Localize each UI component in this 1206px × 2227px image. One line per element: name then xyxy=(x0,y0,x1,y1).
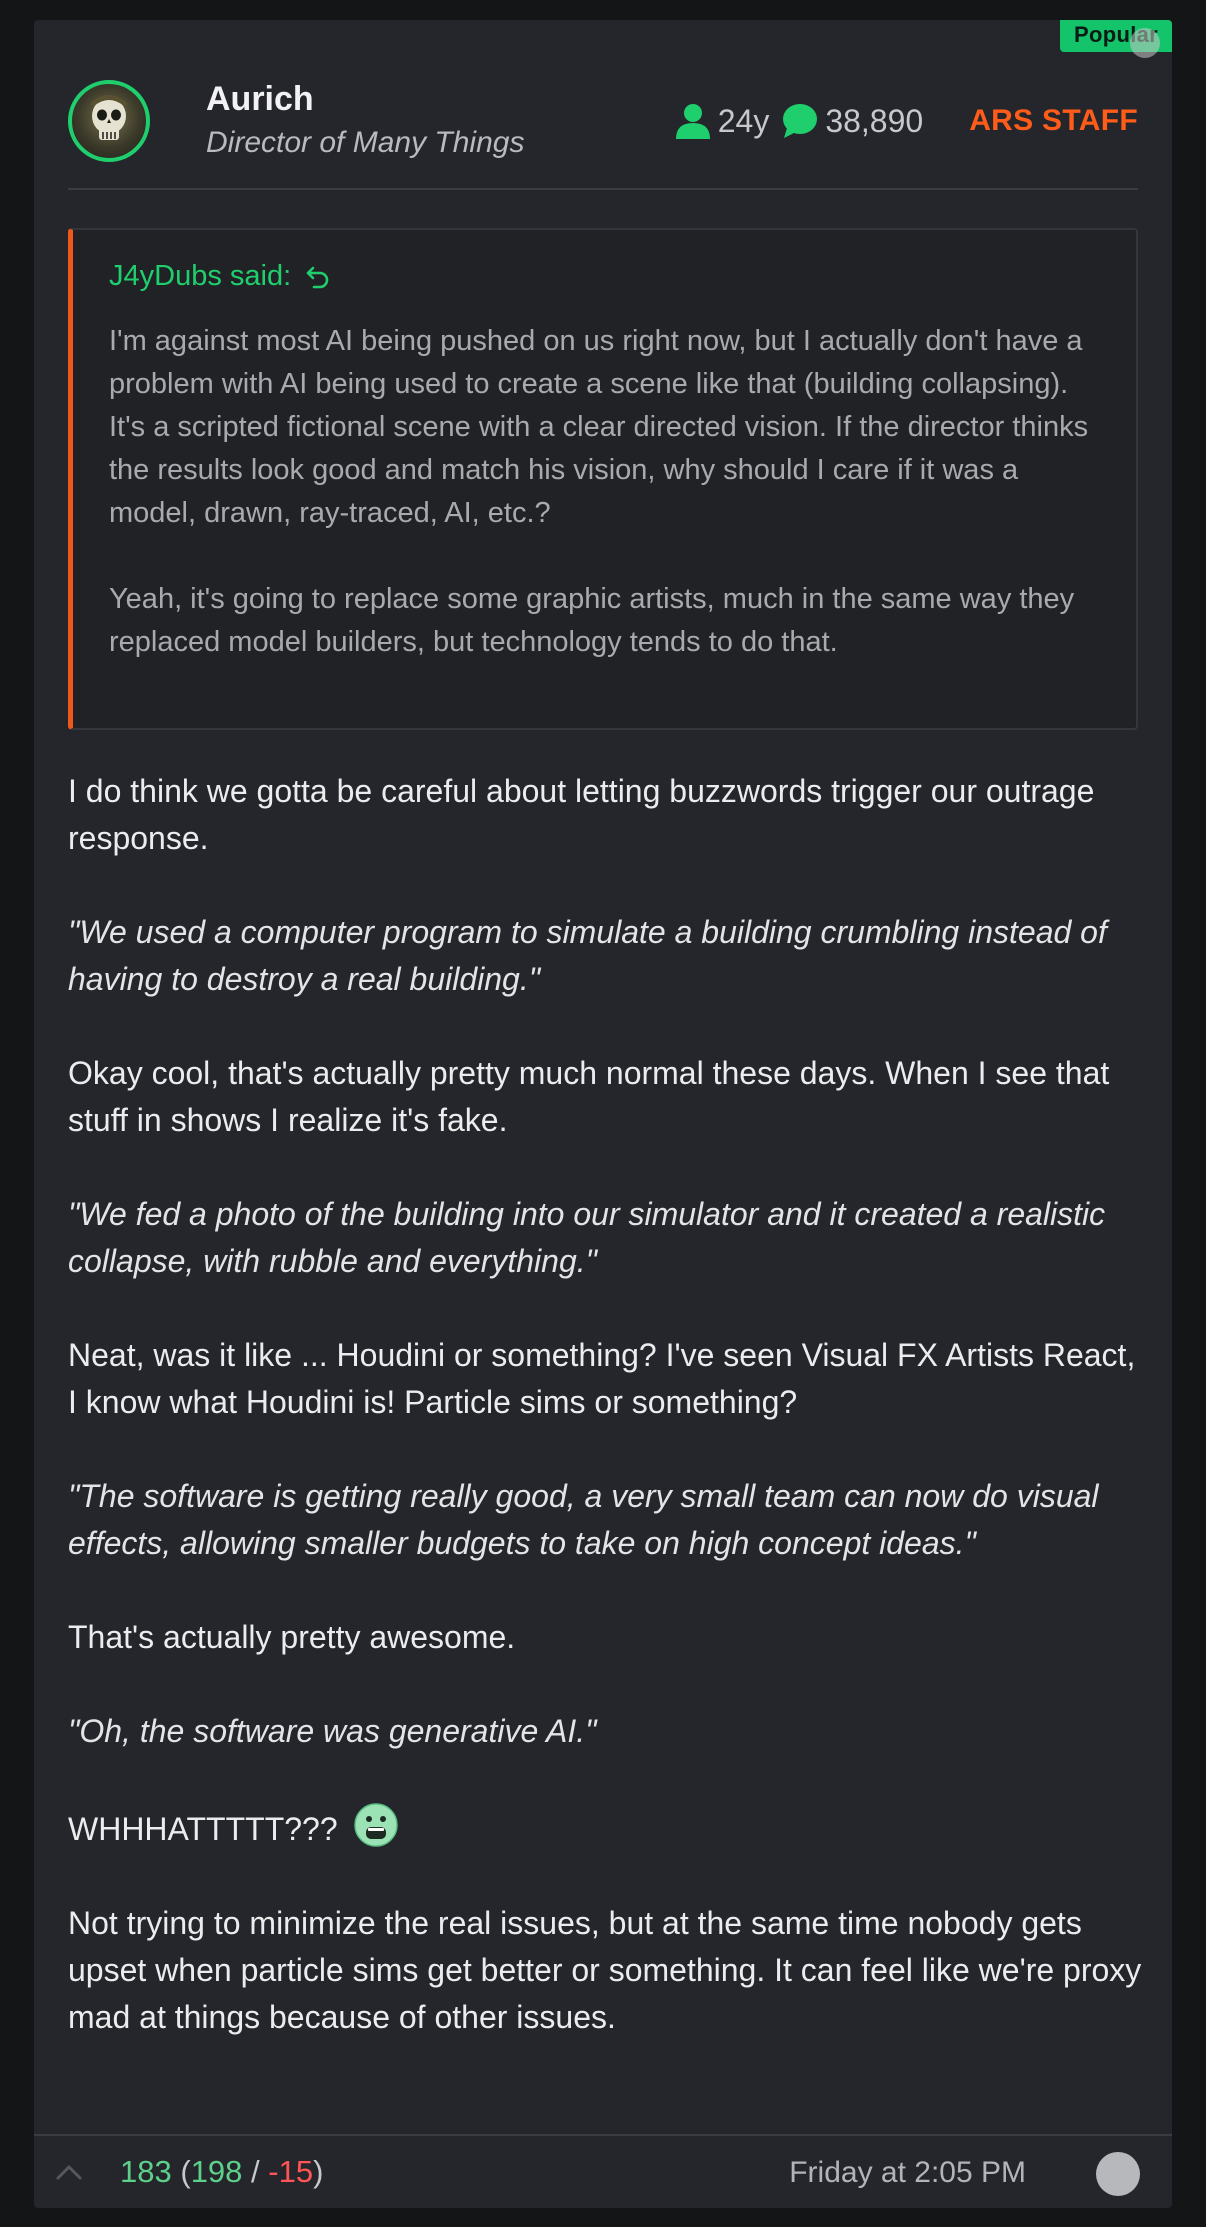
reply-arrow-icon[interactable] xyxy=(305,264,331,290)
author-title: Director of Many Things xyxy=(206,126,525,159)
staff-badge: ARS STAFF xyxy=(969,104,1138,137)
upvote-count: 198 xyxy=(190,2154,243,2189)
quote-paragraph: Yeah, it's going to replace some graphic… xyxy=(109,583,1075,658)
post-body: I do think we gotta be careful about let… xyxy=(68,768,1148,2041)
downvote-count: -15 xyxy=(268,2154,314,2189)
author-name[interactable]: Aurich xyxy=(206,80,314,119)
body-paragraph: That's actually pretty awesome. xyxy=(68,1619,516,1655)
body-paragraph-italic: "We used a computer program to simulate … xyxy=(68,914,1107,997)
badge-info-dot[interactable] xyxy=(1130,28,1160,58)
post-footer: 183 (198 / -15) Friday at 2:05 PM xyxy=(34,2134,1172,2210)
body-paragraph: Not trying to minimize the real issues, … xyxy=(68,1905,1142,2035)
account-age-stat: 24y xyxy=(674,102,770,140)
quoted-reply: J4yDubs said: I'm against most AI being … xyxy=(68,228,1138,730)
post-timestamp[interactable]: Friday at 2:05 PM xyxy=(789,2156,1026,2190)
body-paragraph-italic: "Oh, the software was generative AI." xyxy=(68,1713,597,1749)
net-score: 183 xyxy=(120,2154,172,2189)
body-paragraph-italic: "The software is getting really good, a … xyxy=(68,1478,1099,1561)
shocked-face-emoji xyxy=(353,1803,398,1847)
close-paren: ) xyxy=(313,2154,324,2189)
author-stats: 24y 38,890 ARS STAFF xyxy=(674,102,1138,140)
body-paragraph-italic: "We fed a photo of the building into our… xyxy=(68,1196,1106,1279)
quote-body: I'm against most AI being pushed on us r… xyxy=(109,320,1109,664)
post-count: 38,890 xyxy=(825,102,924,139)
avatar[interactable] xyxy=(68,80,150,162)
body-paragraph: I do think we gotta be careful about let… xyxy=(68,773,1095,856)
exclaim-text: WHHHATTTTT??? xyxy=(68,1811,338,1847)
forum-post-card: Popular Aurich Director of Many Things 2… xyxy=(34,20,1172,2208)
post-menu-button[interactable] xyxy=(1096,2152,1140,2196)
user-icon xyxy=(675,104,710,139)
post-count-stat: 38,890 xyxy=(781,102,923,140)
quote-attribution[interactable]: J4yDubs said: xyxy=(109,260,331,293)
post-header: Aurich Director of Many Things 24y 38,89… xyxy=(68,58,1138,190)
score-separator: / xyxy=(242,2154,269,2189)
account-age: 24y xyxy=(717,102,770,139)
skull-avatar-icon xyxy=(90,95,128,140)
body-paragraph: Neat, was it like ... Houdini or somethi… xyxy=(68,1337,1136,1420)
quote-paragraph: I'm against most AI being pushed on us r… xyxy=(109,325,1089,529)
chevron-up-icon[interactable] xyxy=(54,2158,84,2188)
vote-score: 183 (198 / -15) xyxy=(120,2154,323,2190)
speech-bubble-icon xyxy=(783,104,818,138)
quote-author-label[interactable]: J4yDubs said: xyxy=(109,260,291,293)
body-paragraph: Okay cool, that's actually pretty much n… xyxy=(68,1055,1110,1138)
open-paren: ( xyxy=(180,2154,191,2189)
body-paragraph-exclaim: WHHHATTTTT??? xyxy=(68,1802,1148,1853)
